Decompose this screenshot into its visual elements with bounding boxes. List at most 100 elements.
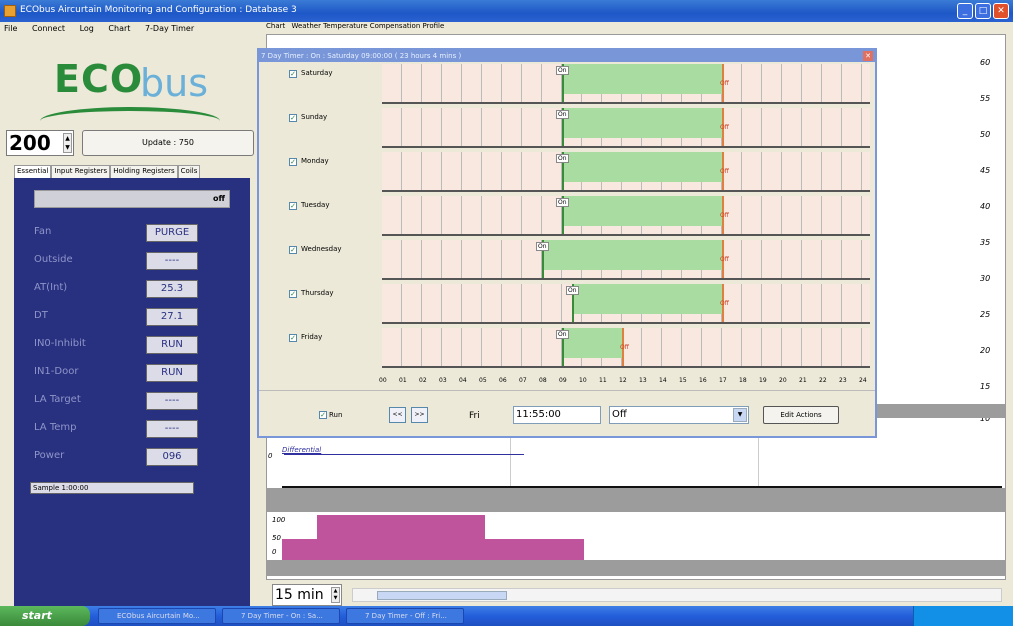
value-dt: 27.1 [146, 308, 198, 326]
checkbox-sunday[interactable]: ✓ [289, 114, 297, 122]
hour-tick-label: 06 [499, 377, 507, 384]
value-la-target: ---- [146, 392, 198, 410]
diff-zero-label: 0 [268, 452, 273, 460]
hour-tick-label: 21 [799, 377, 807, 384]
tab-chart[interactable]: Chart [266, 22, 285, 30]
chevron-down-icon[interactable]: ▼ [733, 408, 747, 422]
hour-tick-label: 13 [639, 377, 647, 384]
scroll-thumb[interactable] [377, 591, 507, 600]
y-tick-15: 15 [980, 382, 991, 391]
next-button[interactable]: >> [411, 407, 428, 423]
hour-tick-label: 20 [779, 377, 787, 384]
menu-7day-timer[interactable]: 7-Day Timer [145, 24, 194, 33]
y-tick-20: 20 [980, 346, 991, 355]
schedule-row[interactable]: On Off [382, 64, 870, 104]
menu-log[interactable]: Log [80, 24, 94, 33]
essential-panel: off Fan PURGE Outside ---- AT(Int) 25.3 … [14, 178, 250, 626]
selected-day: Fri [469, 411, 480, 421]
checkbox-wednesday[interactable]: ✓ [289, 246, 297, 254]
value-power: 096 [146, 448, 198, 466]
interval-spinner[interactable]: 15 min ▲ ▼ [272, 584, 342, 606]
close-button[interactable]: ✕ [993, 3, 1009, 19]
action-select[interactable]: Off ▼ [609, 406, 749, 424]
off-label: Off [720, 256, 729, 263]
schedule-row[interactable]: On Off [382, 328, 870, 368]
hour-tick-label: 22 [819, 377, 827, 384]
spinner-arrows-icon[interactable]: ▲ ▼ [63, 133, 72, 153]
system-tray [913, 606, 1013, 626]
schedule-row[interactable]: On Off [382, 284, 870, 324]
off-label: Off [720, 124, 729, 131]
value-la-temp: ---- [146, 420, 198, 438]
on-period-bar[interactable] [542, 240, 722, 270]
day-label-sunday: Sunday [301, 113, 328, 121]
status-bar: off [34, 190, 230, 208]
on-label: On [556, 66, 569, 75]
differential-label: Differential [282, 446, 322, 454]
label-power: Power [34, 450, 65, 461]
on-label: On [556, 330, 569, 339]
on-period-bar[interactable] [562, 328, 622, 358]
tab-input-registers[interactable]: Input Registers [51, 165, 111, 179]
lower-tick-100: 100 [272, 516, 286, 524]
dialog-close-icon[interactable]: ✕ [863, 51, 873, 61]
ecobus-logo: ECO bus [40, 57, 220, 137]
on-period-bar[interactable] [562, 108, 722, 138]
label-dt: DT [34, 310, 48, 321]
tab-holding-registers[interactable]: Holding Registers [110, 165, 178, 179]
minimize-button[interactable]: _ [957, 3, 973, 19]
label-outside: Outside [34, 254, 73, 265]
taskbar-item-timer-on[interactable]: 7 Day Timer - On : Sa... [222, 608, 340, 624]
interval-value: 15 min [275, 587, 324, 603]
edit-actions-button[interactable]: Edit Actions [763, 406, 839, 424]
taskbar-item-timer-off[interactable]: 7 Day Timer - Off : Fri... [346, 608, 464, 624]
tab-weather-compensation[interactable]: Weather Temperature Compensation Profile [291, 22, 444, 30]
day-tuesday: ✓ Tuesday [265, 196, 381, 234]
day-monday: ✓ Monday [265, 152, 381, 190]
prev-button[interactable]: << [389, 407, 406, 423]
hour-tick-label: 18 [739, 377, 747, 384]
menu-bar: File Connect Log Chart 7-Day Timer [0, 22, 262, 37]
power-bar-high [317, 515, 485, 539]
time-input[interactable]: 11:55:00 [513, 406, 601, 424]
lower-tick-50: 50 [272, 534, 281, 542]
on-period-bar[interactable] [562, 64, 722, 94]
run-checkbox[interactable]: ✓ Run [319, 411, 342, 419]
run-check-icon: ✓ [319, 411, 327, 419]
checkbox-friday[interactable]: ✓ [289, 334, 297, 342]
taskbar-item-main[interactable]: ECObus Aircurtain Mo... [98, 608, 216, 624]
checkbox-tuesday[interactable]: ✓ [289, 202, 297, 210]
schedule-grid[interactable]: On Off On Off On Off On Off On Off On Off On Off [382, 64, 870, 368]
maximize-button[interactable]: □ [975, 3, 991, 19]
value-outside: ---- [146, 252, 198, 270]
on-period-bar[interactable] [562, 152, 722, 182]
start-button[interactable]: start [0, 606, 90, 626]
schedule-row[interactable]: On Off [382, 240, 870, 280]
tab-coils[interactable]: Coils [177, 165, 201, 179]
on-period-bar[interactable] [572, 284, 722, 314]
label-la-temp: LA Temp [34, 422, 77, 433]
schedule-row[interactable]: On Off [382, 152, 870, 192]
day-friday: ✓ Friday [265, 328, 381, 366]
on-period-bar[interactable] [562, 196, 722, 226]
horizontal-scrollbar[interactable] [352, 588, 1002, 602]
menu-file[interactable]: File [4, 24, 17, 33]
checkbox-thursday[interactable]: ✓ [289, 290, 297, 298]
y-tick-35: 35 [980, 238, 991, 247]
checkbox-saturday[interactable]: ✓ [289, 70, 297, 78]
title-bar: ECObus Aircurtain Monitoring and Configu… [0, 0, 1013, 22]
menu-chart[interactable]: Chart [108, 24, 130, 33]
schedule-row[interactable]: On Off [382, 108, 870, 148]
address-spinner[interactable]: 200 ▲ ▼ [6, 130, 74, 156]
seven-day-timer-dialog: 7 Day Timer : On : Saturday 09:00:00 ( 2… [257, 48, 877, 438]
label-fan: Fan [34, 226, 52, 237]
chart-controls: 15 min ▲ ▼ [266, 582, 1006, 606]
day-label-monday: Monday [301, 157, 329, 165]
menu-connect[interactable]: Connect [32, 24, 65, 33]
tab-essential[interactable]: Essential [14, 165, 52, 179]
schedule-row[interactable]: On Off [382, 196, 870, 236]
hour-tick-label: 05 [479, 377, 487, 384]
checkbox-monday[interactable]: ✓ [289, 158, 297, 166]
update-button[interactable]: Update : 750 [82, 130, 254, 156]
interval-arrows-icon[interactable]: ▲ ▼ [331, 587, 340, 603]
